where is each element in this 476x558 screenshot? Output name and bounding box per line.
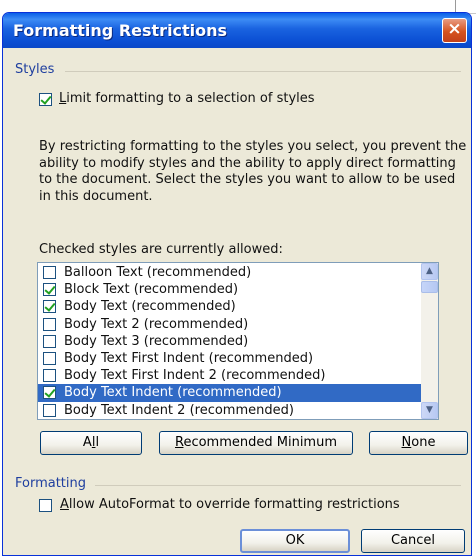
scroll-down-button[interactable]: ▼ (421, 402, 438, 419)
style-item-label: Body Text Indent (recommended) (64, 385, 282, 401)
limit-formatting-label[interactable]: Limit formatting to a selection of style… (59, 91, 315, 106)
formatting-section-label: Formatting (15, 476, 87, 491)
style-list-item[interactable]: Body Text First Indent (recommended) (38, 350, 421, 368)
limit-formatting-checkbox[interactable] (39, 93, 52, 106)
ok-button[interactable]: OK (240, 529, 350, 553)
style-item-checkbox[interactable] (43, 317, 56, 331)
style-item-label: Balloon Text (recommended) (64, 265, 252, 280)
styles-section-divider (65, 71, 461, 72)
restriction-description: By restricting formatting to the styles … (39, 139, 467, 204)
close-icon: × (447, 19, 462, 39)
style-list-item[interactable]: Body Text 2 (recommended) (38, 316, 421, 334)
style-list-item[interactable]: Body Text First Indent 2 (recommended) (38, 367, 421, 385)
title-bar[interactable]: Formatting Restrictions × (3, 13, 471, 48)
style-item-label: Body Text First Indent (recommended) (64, 351, 314, 366)
none-button-text: one (411, 435, 436, 450)
recommended-button-text: ecommended Minimum (183, 435, 337, 450)
allow-autoformat-checkbox[interactable] (39, 499, 52, 512)
style-item-label: Body Text (recommended) (64, 299, 236, 315)
none-button[interactable]: None (369, 431, 468, 455)
chevron-down-icon: ▼ (426, 405, 433, 415)
styles-section-label: Styles (15, 62, 55, 77)
style-item-label: Body Text Indent 2 (recommended) (64, 402, 294, 418)
style-item-label: Body Text First Indent 2 (recommended) (64, 368, 326, 384)
list-caption: Checked styles are currently allowed: (39, 242, 283, 257)
limit-formatting-label-text: imit formatting to a selection of styles (66, 91, 315, 106)
style-item-checkbox[interactable] (43, 386, 56, 400)
styles-listbox[interactable]: Balloon Text (recommended) Block Text (re… (37, 262, 439, 420)
scroll-thumb[interactable] (421, 281, 438, 293)
allow-autoformat-label[interactable]: Allow AutoFormat to override formatting … (60, 497, 400, 512)
style-item-label: Body Text 2 (recommended) (64, 316, 249, 332)
scroll-up-button[interactable]: ▲ (421, 263, 438, 280)
allow-autoformat-mnemonic: A (60, 497, 69, 512)
style-item-label: Body Text 3 (recommended) (64, 333, 249, 349)
cancel-button[interactable]: Cancel (361, 529, 465, 553)
style-item-checkbox[interactable] (43, 352, 56, 365)
style-item-checkbox[interactable] (43, 403, 56, 417)
close-button[interactable]: × (442, 18, 467, 43)
allow-autoformat-label-text: llow AutoFormat to override formatting r… (68, 497, 400, 512)
style-item-checkbox[interactable] (43, 369, 56, 383)
style-item-checkbox[interactable] (43, 283, 56, 297)
formatting-section-divider (95, 485, 461, 486)
style-list-item[interactable]: Block Text (recommended) (38, 281, 421, 299)
style-list-item[interactable]: Balloon Text (recommended) (38, 264, 421, 282)
style-list-item[interactable]: Body Text Indent (recommended) (38, 384, 421, 403)
all-button-text: A (82, 435, 92, 450)
style-list-item[interactable]: Body Text (recommended) (38, 298, 421, 316)
style-item-checkbox[interactable] (43, 334, 56, 348)
style-list-item[interactable]: Body Text 3 (recommended) (38, 333, 421, 351)
all-button-text: l (95, 435, 100, 450)
style-item-label: Block Text (recommended) (64, 282, 239, 298)
style-list-item[interactable]: Body Text Indent 2 (recommended) (38, 402, 421, 419)
chevron-up-icon: ▲ (426, 266, 433, 276)
style-item-checkbox[interactable] (43, 300, 56, 314)
window-title: Formatting Restrictions (13, 21, 228, 40)
all-button[interactable]: All (40, 431, 142, 455)
recommended-minimum-button[interactable]: Recommended Minimum (159, 431, 353, 455)
listbox-scrollbar[interactable]: ▲ ▼ (421, 263, 438, 419)
none-button-mnemonic: N (401, 435, 412, 450)
formatting-restrictions-dialog: Formatting Restrictions × Styles Limit f… (2, 12, 472, 556)
style-item-checkbox[interactable] (43, 266, 56, 279)
